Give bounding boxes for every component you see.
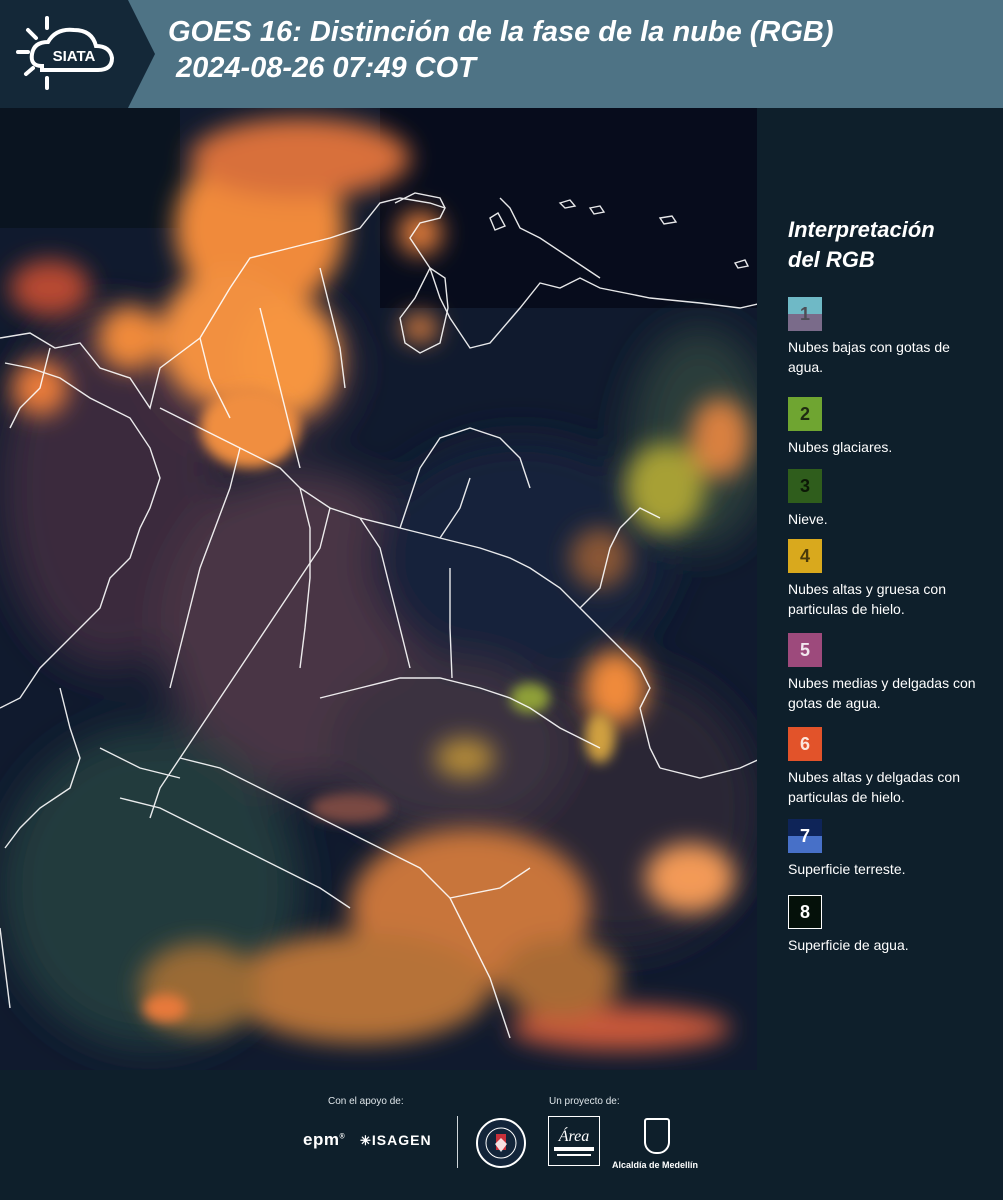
- legend-label-7: Superficie terreste.: [788, 861, 906, 877]
- title-line-2: 2024-08-26 07:49 COT: [176, 52, 476, 84]
- support-label: Con el apoyo de:: [328, 1096, 404, 1107]
- legend-number-6: 6: [799, 733, 810, 754]
- legend-label-8: Superficie de agua.: [788, 937, 909, 953]
- legend-swatch-5: 5: [788, 633, 822, 667]
- isagen-logo: ✳ISAGEN: [360, 1132, 432, 1149]
- legend-swatch-8: 8: [788, 895, 822, 929]
- legend-title: Interpretación del RGB: [788, 215, 988, 275]
- university-seal-logo: [476, 1118, 526, 1168]
- legend-item-5: 5 Nubes medias y delgadas con gotas de a…: [788, 633, 988, 713]
- header-bar: SIATA GOES 16: Distinción de la fase de …: [0, 0, 1003, 108]
- siata-logo: SIATA: [0, 0, 155, 108]
- legend-title-line-2: del RGB: [788, 247, 875, 272]
- footer-divider: [457, 1116, 458, 1168]
- legend-item-7: 7 Superficie terreste.: [788, 819, 988, 879]
- legend-swatch-3: 3: [788, 469, 822, 503]
- legend-label-1: Nubes bajas con gotas de agua.: [788, 339, 950, 375]
- legend-number-7: 7: [799, 825, 810, 846]
- legend-item-1: 1 Nubes bajas con gotas de agua.: [788, 297, 988, 377]
- legend: Interpretación del RGB 1 Nubes bajas con…: [788, 215, 988, 953]
- legend-item-4: 4 Nubes altas y gruesa con particulas de…: [788, 539, 988, 619]
- legend-label-2: Nubes glaciares.: [788, 439, 893, 455]
- legend-swatch-7: 7: [788, 819, 822, 853]
- legend-item-6: 6 Nubes altas y delgadas con particulas …: [788, 727, 988, 807]
- project-label: Un proyecto de:: [549, 1096, 620, 1107]
- legend-label-3: Nieve.: [788, 511, 828, 527]
- satellite-image: [0, 108, 762, 1070]
- alcaldia-logo-text: Alcaldía de Medellín: [612, 1160, 699, 1170]
- legend-swatch-6: 6: [788, 727, 822, 761]
- legend-number-8: 8: [799, 901, 810, 922]
- legend-number-5: 5: [799, 639, 810, 660]
- legend-title-line-1: Interpretación: [788, 217, 935, 242]
- legend-item-8: 8 Superficie de agua.: [788, 895, 988, 955]
- page-title: GOES 16: Distinción de la fase de la nub…: [168, 14, 834, 86]
- legend-swatch-4: 4: [788, 539, 822, 573]
- legend-swatch-1: 1: [788, 297, 822, 331]
- isagen-logo-text: ISAGEN: [371, 1132, 432, 1148]
- legend-swatch-2: 2: [788, 397, 822, 431]
- title-line-1: GOES 16: Distinción de la fase de la nub…: [168, 16, 834, 48]
- legend-number-4: 4: [799, 545, 810, 566]
- legend-item-3: 3 Nieve.: [788, 469, 988, 529]
- siata-logo-text: SIATA: [53, 48, 96, 65]
- isagen-icon: ✳: [360, 1133, 372, 1148]
- legend-label-6: Nubes altas y delgadas con particulas de…: [788, 769, 960, 805]
- legend-number-3: 3: [799, 475, 810, 496]
- legend-item-2: 2 Nubes glaciares.: [788, 397, 988, 457]
- legend-number-2: 2: [799, 403, 810, 424]
- area-metropolitana-logo: Área: [548, 1116, 600, 1166]
- alcaldia-shield-icon: [644, 1118, 670, 1154]
- footer: Con el apoyo de: Un proyecto de: epm® ✳I…: [0, 1070, 1003, 1200]
- legend-number-1: 1: [799, 303, 810, 324]
- epm-logo-text: epm: [303, 1130, 340, 1149]
- legend-label-4: Nubes altas y gruesa con particulas de h…: [788, 581, 946, 617]
- epm-logo: epm®: [303, 1130, 346, 1149]
- area-logo-text: Área: [558, 1126, 590, 1145]
- legend-label-5: Nubes medias y delgadas con gotas de agu…: [788, 675, 976, 711]
